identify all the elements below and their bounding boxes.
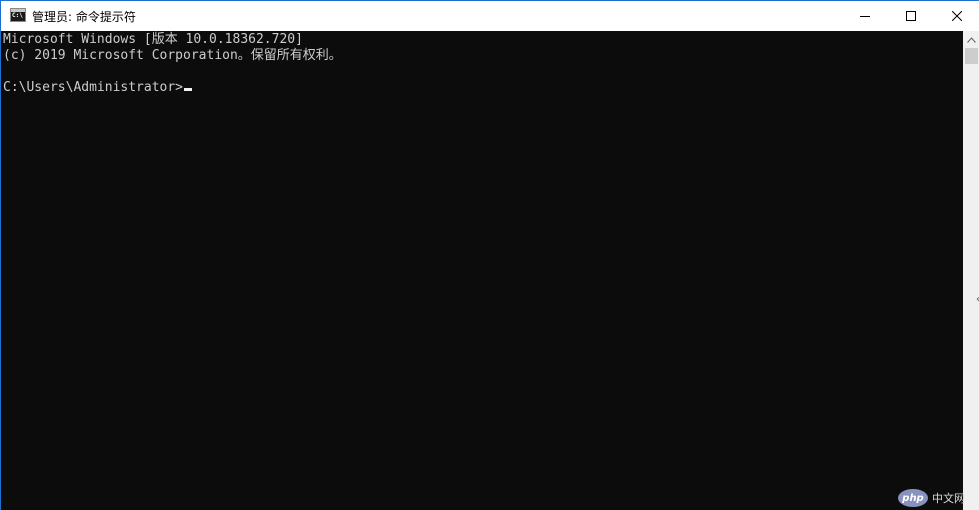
vertical-scrollbar[interactable] — [963, 31, 979, 510]
window-title: 管理员: 命令提示符 — [32, 10, 136, 24]
cmd-window: C:\ 管理员: 命令提示符 Microsoft Windows [版本 10.… — [0, 0, 979, 510]
console-prompt: C:\Users\Administrator> — [3, 80, 184, 95]
chevron-up-icon — [967, 36, 976, 43]
console-line-copyright: (c) 2019 Microsoft Corporation。保留所有权利。 — [3, 48, 342, 63]
close-icon — [952, 11, 962, 21]
minimize-button[interactable] — [842, 1, 888, 31]
scroll-thumb[interactable] — [965, 48, 978, 64]
scroll-track[interactable] — [963, 64, 979, 510]
maximize-button[interactable] — [888, 1, 934, 31]
cmd-app-icon[interactable]: C:\ — [10, 8, 26, 22]
maximize-icon — [906, 11, 916, 21]
scroll-up-button[interactable] — [963, 31, 979, 48]
console-line-version: Microsoft Windows [版本 10.0.18362.720] — [3, 32, 303, 47]
console-prompt-line[interactable]: C:\Users\Administrator> — [3, 80, 193, 96]
watermark-logo: php — [898, 489, 928, 507]
close-button[interactable] — [934, 1, 979, 31]
text-cursor — [184, 88, 193, 91]
watermark: php 中文网 — [898, 488, 965, 508]
console-output[interactable]: Microsoft Windows [版本 10.0.18362.720] (c… — [1, 31, 963, 510]
minimize-icon — [860, 16, 870, 17]
watermark-text: 中文网 — [932, 492, 965, 505]
cmd-icon-glyph: C:\ — [12, 12, 23, 19]
title-bar[interactable]: C:\ 管理员: 命令提示符 — [1, 0, 979, 31]
